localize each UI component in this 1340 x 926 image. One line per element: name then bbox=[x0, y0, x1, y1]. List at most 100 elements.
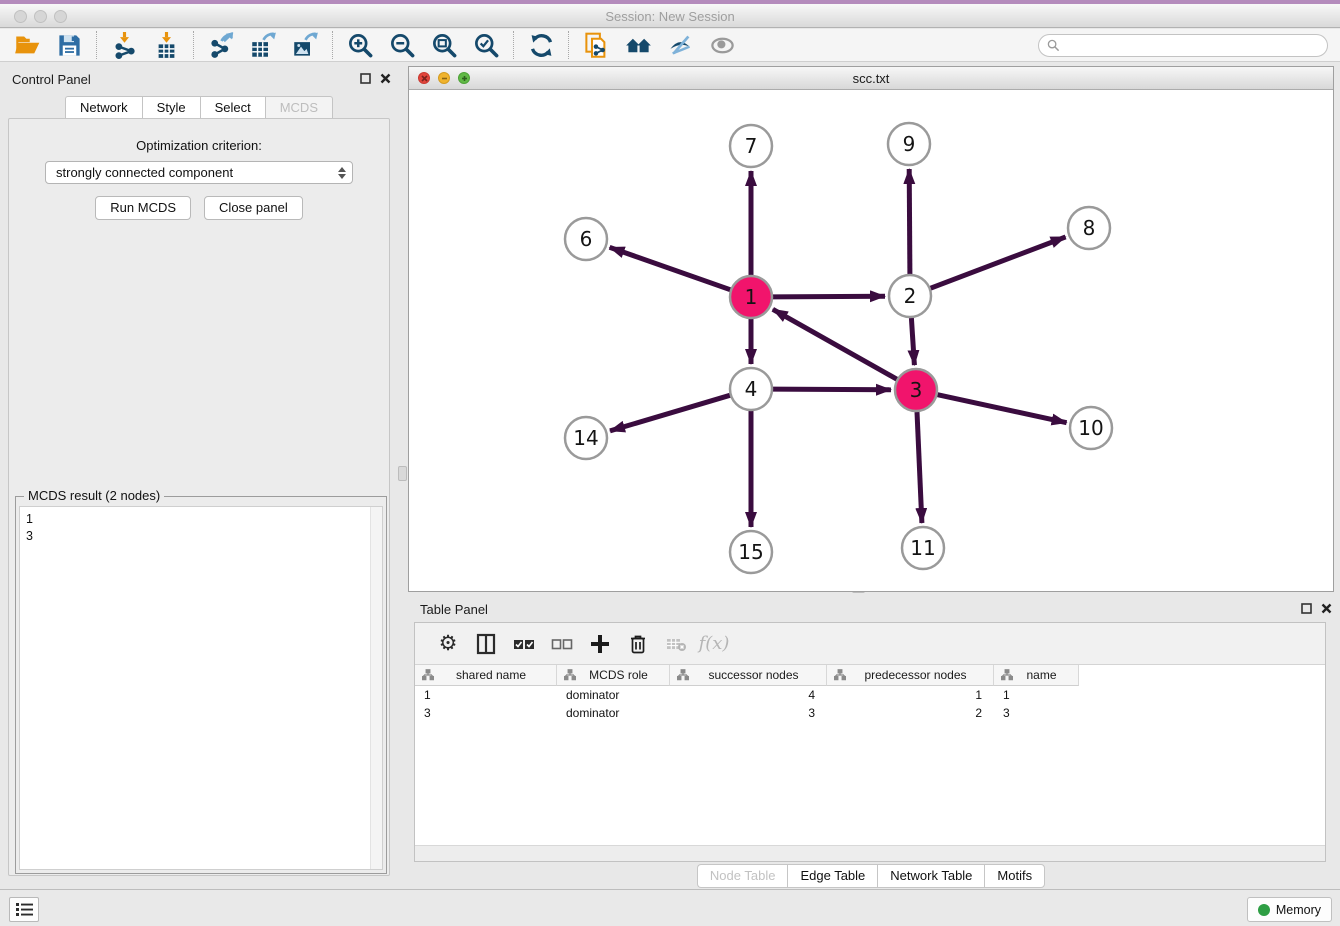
import-table-button[interactable] bbox=[145, 30, 187, 61]
search-box[interactable] bbox=[1038, 34, 1328, 57]
column-header-name[interactable]: name bbox=[994, 665, 1079, 686]
show-columns-button[interactable] bbox=[467, 626, 505, 662]
mcds-result-area[interactable]: 1 3 bbox=[19, 506, 383, 870]
export-network-button[interactable] bbox=[200, 30, 242, 61]
table-settings-button[interactable]: ⚙ bbox=[429, 626, 467, 662]
node-label: 3 bbox=[910, 378, 923, 402]
graph-edge-2-8[interactable] bbox=[931, 237, 1066, 288]
delete-table-button[interactable] bbox=[657, 626, 695, 662]
refresh-button[interactable] bbox=[520, 30, 562, 61]
graph-node-9[interactable]: 9 bbox=[888, 123, 930, 165]
hide-graphics-details-button[interactable] bbox=[659, 30, 701, 61]
select-all-checks-button[interactable] bbox=[505, 626, 543, 662]
graph-node-10[interactable]: 10 bbox=[1070, 407, 1112, 449]
scrollbar[interactable] bbox=[370, 507, 382, 869]
graph-edge-1-2[interactable] bbox=[773, 296, 885, 297]
column-header-successor-nodes[interactable]: successor nodes bbox=[670, 665, 827, 686]
add-row-button[interactable] bbox=[581, 626, 619, 662]
list-icon bbox=[16, 902, 33, 917]
close-panel-icon[interactable] bbox=[1319, 602, 1333, 615]
zoom-in-button[interactable] bbox=[339, 30, 381, 61]
memory-label: Memory bbox=[1276, 903, 1321, 917]
cell-predecessor-nodes[interactable]: 2 bbox=[827, 706, 994, 722]
delete-row-button[interactable] bbox=[619, 626, 657, 662]
network-view-window: scc.txt 7 9 6 8 1 2 4 3 14 10 15 11 bbox=[408, 66, 1334, 592]
tab-node-table[interactable]: Node Table bbox=[697, 864, 788, 888]
close-panel-button[interactable]: Close panel bbox=[204, 196, 303, 220]
search-input[interactable] bbox=[1060, 36, 1327, 55]
mcds-result-title: MCDS result (2 nodes) bbox=[24, 488, 164, 503]
tab-mcds[interactable]: MCDS bbox=[265, 96, 333, 120]
network-canvas[interactable]: 7 9 6 8 1 2 4 3 14 10 15 11 bbox=[409, 90, 1333, 591]
column-header-shared-name[interactable]: shared name bbox=[415, 665, 557, 686]
graph-node-11[interactable]: 11 bbox=[902, 527, 944, 569]
column-header-MCDS-role[interactable]: MCDS role bbox=[557, 665, 670, 686]
graph-edge-3-1[interactable] bbox=[773, 309, 897, 379]
graph-edge-2-9[interactable] bbox=[909, 169, 910, 274]
columns-icon bbox=[475, 633, 497, 655]
show-graphics-details-button[interactable] bbox=[701, 30, 743, 61]
save-session-button[interactable] bbox=[48, 30, 90, 61]
criterion-select[interactable]: strongly connected component bbox=[45, 161, 353, 184]
graph-edge-4-14[interactable] bbox=[610, 395, 730, 431]
tab-select[interactable]: Select bbox=[200, 96, 265, 120]
cell-successor-nodes[interactable]: 3 bbox=[670, 706, 827, 722]
graph-node-7[interactable]: 7 bbox=[730, 125, 772, 167]
attribute-icon bbox=[834, 669, 846, 681]
close-panel-icon[interactable] bbox=[378, 72, 392, 85]
memory-button[interactable]: Memory bbox=[1247, 897, 1332, 922]
graph-node-4[interactable]: 4 bbox=[730, 368, 772, 410]
float-panel-icon[interactable] bbox=[358, 72, 372, 85]
graph-node-3[interactable]: 3 bbox=[895, 369, 937, 411]
duplicate-network-button[interactable] bbox=[575, 30, 617, 61]
cell-MCDS-role[interactable]: dominator bbox=[557, 688, 670, 704]
tab-motifs[interactable]: Motifs bbox=[984, 864, 1045, 888]
tab-edge-table[interactable]: Edge Table bbox=[787, 864, 877, 888]
graph-node-6[interactable]: 6 bbox=[565, 218, 607, 260]
float-panel-icon[interactable] bbox=[1299, 602, 1313, 615]
cell-predecessor-nodes[interactable]: 1 bbox=[827, 688, 994, 704]
task-history-button[interactable] bbox=[9, 897, 39, 922]
network-graph[interactable]: 7 9 6 8 1 2 4 3 14 10 15 11 bbox=[409, 90, 1333, 591]
export-image-button[interactable] bbox=[284, 30, 326, 61]
graph-node-14[interactable]: 14 bbox=[565, 417, 607, 459]
export-table-button[interactable] bbox=[242, 30, 284, 61]
clear-checks-button[interactable] bbox=[543, 626, 581, 662]
vertical-splitter-grip[interactable] bbox=[398, 466, 407, 481]
column-label: predecessor nodes bbox=[846, 668, 993, 682]
zoom-fit-button[interactable] bbox=[423, 30, 465, 61]
run-mcds-button[interactable]: Run MCDS bbox=[95, 196, 191, 220]
tab-network[interactable]: Network bbox=[65, 96, 142, 120]
graph-node-1[interactable]: 1 bbox=[730, 276, 772, 318]
attribute-icon bbox=[677, 669, 689, 681]
toolbar-separator bbox=[568, 31, 569, 59]
zoom-out-button[interactable] bbox=[381, 30, 423, 61]
graph-edge-3-11[interactable] bbox=[917, 412, 922, 523]
tab-network-table[interactable]: Network Table bbox=[877, 864, 984, 888]
trash-icon bbox=[627, 633, 649, 655]
graph-node-15[interactable]: 15 bbox=[730, 531, 772, 573]
open-session-button[interactable] bbox=[6, 30, 48, 61]
graph-node-2[interactable]: 2 bbox=[889, 275, 931, 317]
graph-node-8[interactable]: 8 bbox=[1068, 207, 1110, 249]
graph-edge-1-6[interactable] bbox=[610, 247, 731, 289]
graph-edge-4-3[interactable] bbox=[773, 389, 891, 390]
import-network-button[interactable] bbox=[103, 30, 145, 61]
cell-name[interactable]: 3 bbox=[994, 706, 1079, 722]
graph-edge-2-3[interactable] bbox=[911, 318, 914, 365]
tab-style[interactable]: Style bbox=[142, 96, 200, 120]
cell-MCDS-role[interactable]: dominator bbox=[557, 706, 670, 722]
table-row[interactable]: 3dominator323 bbox=[415, 706, 1325, 722]
cell-successor-nodes[interactable]: 4 bbox=[670, 688, 827, 704]
graph-edge-3-10[interactable] bbox=[938, 395, 1067, 423]
cell-shared-name[interactable]: 1 bbox=[415, 688, 557, 704]
network-window-titlebar[interactable]: scc.txt bbox=[409, 67, 1333, 90]
cell-shared-name[interactable]: 3 bbox=[415, 706, 557, 722]
column-header-predecessor-nodes[interactable]: predecessor nodes bbox=[827, 665, 994, 686]
cell-name[interactable]: 1 bbox=[994, 688, 1079, 704]
hide-details-eye-icon bbox=[667, 32, 694, 59]
function-builder-button[interactable]: f(x) bbox=[695, 626, 733, 662]
zoom-selected-button[interactable] bbox=[465, 30, 507, 61]
first-neighbors-button[interactable] bbox=[617, 30, 659, 61]
table-row[interactable]: 1dominator411 bbox=[415, 688, 1325, 704]
